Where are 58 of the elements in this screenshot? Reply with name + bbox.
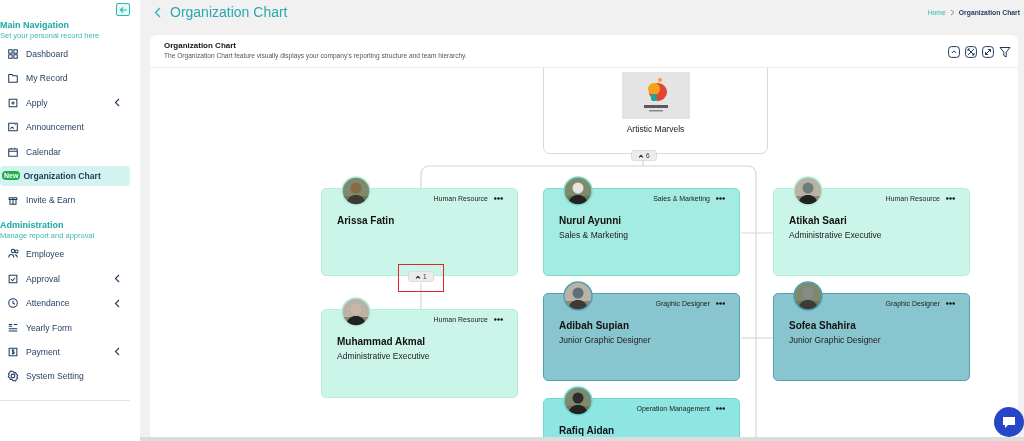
employee-title: Junior Graphic Designer	[789, 335, 882, 345]
company-node[interactable]: Artistic Marvels	[543, 68, 768, 154]
employee-title: Administrative Executive	[337, 351, 431, 361]
nav-item[interactable]: Calendar	[0, 141, 130, 162]
nav-item[interactable]: Dashboard	[0, 44, 130, 64]
more-icon[interactable]	[716, 197, 725, 200]
fit-screen-icon[interactable]	[965, 46, 977, 58]
employee-name: Atikah Saari	[789, 215, 848, 226]
nav-icon	[7, 72, 19, 85]
employee-name: Arissa Fatin	[337, 215, 396, 226]
nav-item[interactable]: Payment	[0, 341, 130, 362]
nav-icon	[7, 297, 19, 310]
nav-item[interactable]: Announcement	[0, 117, 130, 138]
more-icon[interactable]	[946, 302, 955, 305]
nav-item[interactable]: Invite & Earn	[0, 190, 130, 211]
nav-item[interactable]: Attendance	[0, 293, 130, 314]
nav-item[interactable]: Apply	[0, 92, 130, 113]
company-name: Artistic Marvels	[626, 124, 685, 134]
employee-title: Sales & Marketing	[559, 230, 629, 240]
section-title: Administration	[0, 220, 65, 232]
nav-item[interactable]: Approval	[0, 268, 130, 289]
page-title: Organization Chart	[170, 4, 288, 20]
nav-icon	[7, 145, 19, 158]
caret-icon	[638, 153, 644, 158]
nav-icon	[7, 48, 19, 60]
nav-item[interactable]: My Record	[0, 68, 130, 89]
more-icon[interactable]	[716, 407, 725, 410]
employee-name: Muhammad Akmal	[337, 336, 426, 347]
card-title: Organization Chart	[164, 41, 237, 50]
employee-title: Junior Graphic Designer	[559, 335, 652, 345]
section-title: Main Navigation	[0, 20, 70, 31]
nav-icon	[7, 321, 19, 334]
nav-icon	[7, 272, 19, 285]
chat-icon	[1002, 415, 1016, 429]
caret-icon	[415, 274, 421, 279]
employee-name: Rafiq Aidan	[559, 425, 616, 436]
nav-item[interactable]: System Setting	[0, 366, 130, 387]
nav-icon	[7, 121, 19, 134]
arrow-left-icon	[118, 5, 128, 14]
nav-icon	[7, 194, 19, 207]
filter-icon[interactable]	[999, 46, 1011, 58]
chevron-icon	[949, 8, 955, 16]
nav-icon	[7, 345, 19, 358]
more-icon[interactable]	[494, 318, 503, 321]
collapse-icon[interactable]	[948, 46, 960, 58]
employee-name: Sofea Shahira	[789, 320, 857, 331]
fullscreen-icon[interactable]	[982, 46, 994, 58]
more-icon[interactable]	[946, 197, 955, 200]
more-icon[interactable]	[494, 197, 503, 200]
employee-name: Adibah Supian	[559, 320, 630, 331]
employee-name: Nurul Ayunni	[559, 215, 623, 226]
chat-button[interactable]	[994, 407, 1024, 437]
employee-title: Administrative Executive	[789, 230, 883, 240]
nav-icon	[7, 96, 19, 109]
nav-item[interactable]: Employee	[0, 244, 130, 265]
nav-icon	[7, 370, 19, 383]
nav-item[interactable]: Yearly Form	[0, 317, 130, 338]
more-icon[interactable]	[716, 302, 725, 305]
